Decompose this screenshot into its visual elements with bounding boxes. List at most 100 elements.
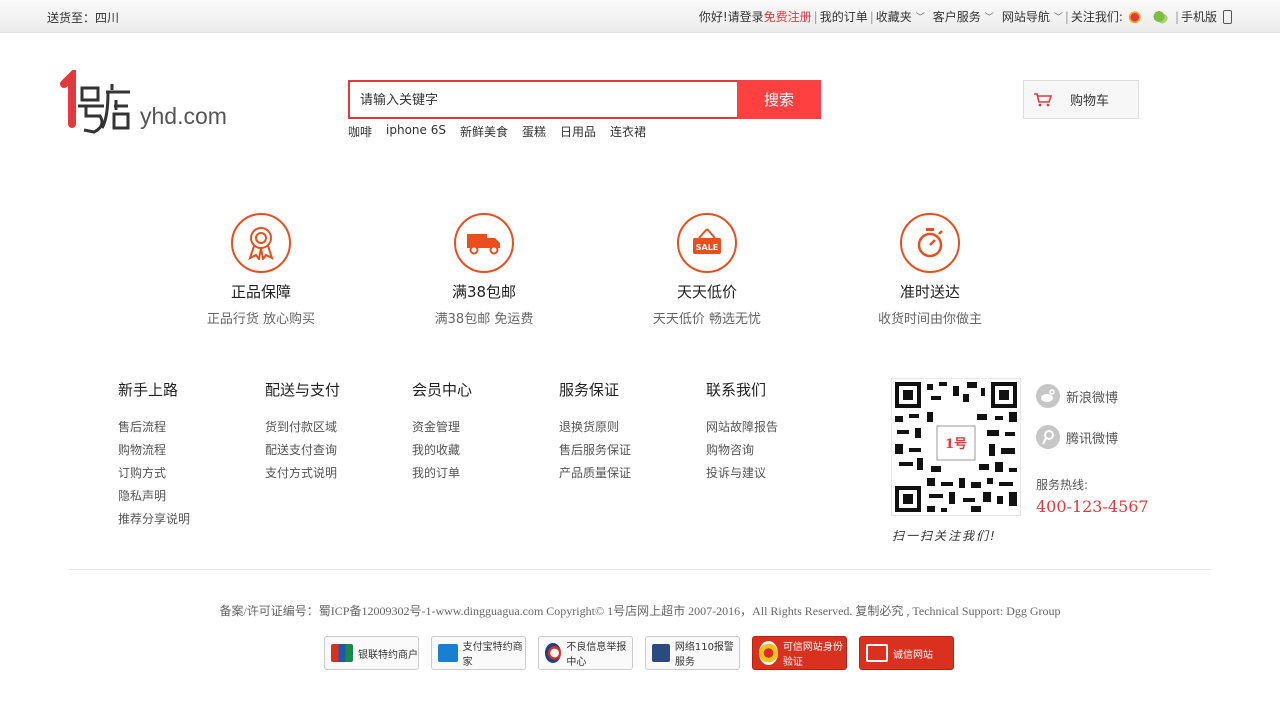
separator: | bbox=[1174, 9, 1179, 24]
footer-column-beginner: 新手上路 售后流程 购物流程 订购方式 隐私声明 推荐分享说明 bbox=[118, 379, 265, 531]
integrity-site-icon bbox=[866, 644, 888, 662]
sina-weibo-label: 新浪微博 bbox=[1066, 390, 1119, 406]
footer-link[interactable]: 隐私声明 bbox=[118, 485, 265, 508]
badge-unionpay[interactable]: 银联特约商户 bbox=[324, 636, 419, 670]
favorites-menu[interactable]: 收藏夹 ﹀ bbox=[876, 8, 933, 25]
hot-word-link[interactable]: 咖啡 bbox=[348, 123, 372, 140]
feature-circle bbox=[231, 213, 291, 273]
chevron-down-icon: ﹀ bbox=[984, 13, 994, 23]
footer-columns: 新手上路 售后流程 购物流程 订购方式 隐私声明 推荐分享说明 配送与支付 货到… bbox=[118, 379, 853, 531]
feature-title: 满38包邮 bbox=[451, 283, 517, 301]
copyright-text: 备案/许可证编号：蜀ICP备12009302号-1-www.dingguagua… bbox=[219, 604, 1061, 618]
footer-link[interactable]: 订购方式 bbox=[118, 462, 265, 485]
favorites-label: 收藏夹 bbox=[875, 10, 912, 24]
footer-link[interactable]: 售后服务保证 bbox=[559, 439, 706, 462]
badge-label: 支付宝特约商家 bbox=[462, 642, 523, 668]
footer-link[interactable]: 资金管理 bbox=[412, 416, 559, 439]
hot-word-link[interactable]: 日用品 bbox=[560, 123, 596, 140]
footer-link[interactable]: 投诉与建议 bbox=[706, 462, 853, 485]
footer-column-title: 配送与支付 bbox=[265, 381, 341, 399]
login-link[interactable]: 你好!请登录 bbox=[699, 8, 764, 25]
qr-code-image: 1号 bbox=[891, 378, 1021, 516]
feature-subtitle: 正品行货 放心购买 bbox=[206, 312, 316, 327]
hot-word-link[interactable]: 蛋糕 bbox=[522, 123, 546, 140]
svg-text:SALE: SALE bbox=[696, 243, 719, 252]
feature-on-time: 准时送达 收货时间由你做主 bbox=[850, 213, 1010, 327]
hot-word-link[interactable]: 连衣裙 bbox=[610, 123, 646, 140]
delivery-location[interactable]: 送货至：四川 bbox=[47, 9, 119, 26]
footer-column-delivery: 配送与支付 货到付款区域 配送支付查询 支付方式说明 bbox=[265, 379, 412, 531]
feature-free-shipping: 满38包邮 满38包邮 免运费 bbox=[404, 213, 564, 327]
trusted-site-icon bbox=[759, 641, 778, 665]
separator: | bbox=[869, 9, 874, 24]
delivery-region[interactable]: 四川 bbox=[95, 11, 119, 25]
footer-column-title: 会员中心 bbox=[412, 381, 473, 399]
tencent-weibo-link[interactable]: 腾讯微博 bbox=[1036, 425, 1118, 449]
footer-link[interactable]: 我的收藏 bbox=[412, 439, 559, 462]
top-nav: 你好!请登录 免费注册 | 我的订单 | 收藏夹 ﹀ 客户服务 ﹀ 网站导航 ﹀ | … bbox=[699, 8, 1232, 25]
truck-icon bbox=[467, 234, 500, 255]
footer-link[interactable]: 售后流程 bbox=[118, 416, 265, 439]
badge-label: 网络110报警服务 bbox=[674, 642, 734, 668]
footer-link[interactable]: 购物咨询 bbox=[706, 439, 853, 462]
footer-link[interactable]: 购物流程 bbox=[118, 439, 265, 462]
footer-column-contact: 联系我们 网站故障报告 购物咨询 投诉与建议 bbox=[706, 379, 853, 531]
footer-column-title: 新手上路 bbox=[118, 381, 179, 399]
badge-trusted-site[interactable]: 可信网站身份验证 bbox=[752, 636, 847, 670]
site-logo[interactable]: yhd.com bbox=[56, 70, 227, 140]
tencent-weibo-label: 腾讯微博 bbox=[1066, 431, 1119, 447]
customer-service-label: 客户服务 bbox=[932, 10, 981, 24]
customer-service-menu[interactable]: 客户服务 ﹀ bbox=[933, 8, 1002, 25]
footer-link[interactable]: 网站故障报告 bbox=[706, 416, 853, 439]
logo-domain: yhd.com bbox=[140, 103, 227, 129]
hot-word-link[interactable]: 新鲜美食 bbox=[460, 123, 508, 140]
badge-alipay[interactable]: 支付宝特约商家 bbox=[431, 636, 526, 670]
stopwatch-icon bbox=[917, 228, 943, 258]
footer-column-member: 会员中心 资金管理 我的收藏 我的订单 bbox=[412, 379, 559, 531]
footer-link[interactable]: 退换货原则 bbox=[559, 416, 706, 439]
footer-link[interactable]: 支付方式说明 bbox=[265, 462, 412, 485]
feature-title: 天天低价 bbox=[676, 283, 737, 301]
badge-label: 诚信网站 bbox=[893, 649, 933, 661]
footer-divider bbox=[70, 569, 1211, 570]
badge-police-110[interactable]: 网络110报警服务 bbox=[645, 636, 740, 670]
badge-integrity-site[interactable]: 诚信网站 bbox=[859, 636, 954, 670]
follow-us-label: 关注我们: bbox=[1070, 10, 1123, 24]
mobile-link[interactable]: 手机版 bbox=[1181, 8, 1217, 25]
feature-subtitle: 天天低价 畅选无忧 bbox=[652, 312, 762, 327]
phone-icon[interactable] bbox=[1223, 9, 1232, 24]
badge-report-center[interactable]: 不良信息举报中心 bbox=[538, 636, 633, 670]
badge-label: 可信网站身份验证 bbox=[782, 642, 843, 668]
register-link[interactable]: 免费注册 bbox=[764, 8, 812, 25]
feature-low-price: SALE 天天低价 天天低价 畅选无忧 bbox=[627, 213, 787, 327]
cart-icon bbox=[1034, 92, 1052, 106]
footer-link[interactable]: 推荐分享说明 bbox=[118, 508, 265, 531]
hot-word-link[interactable]: iphone 6S bbox=[386, 123, 446, 140]
hot-words: 咖啡 iphone 6S 新鲜美食 蛋糕 日用品 连衣裙 bbox=[348, 123, 646, 140]
feature-circle bbox=[900, 213, 960, 273]
wechat-icon[interactable] bbox=[1152, 9, 1168, 24]
my-orders-link[interactable]: 我的订单 bbox=[820, 8, 868, 25]
report-center-icon bbox=[545, 643, 562, 663]
police-shield-icon bbox=[652, 644, 670, 662]
weibo-icon[interactable] bbox=[1127, 9, 1143, 24]
site-nav-menu[interactable]: 网站导航 ﹀ bbox=[1002, 8, 1063, 25]
search-button[interactable]: 搜索 bbox=[737, 80, 821, 119]
feature-subtitle: 满38包邮 免运费 bbox=[434, 312, 534, 327]
trust-badges: 银联特约商户 支付宝特约商家 不良信息举报中心 网络110报警服务 可信网站身份… bbox=[324, 636, 954, 670]
sina-weibo-link[interactable]: 新浪微博 bbox=[1036, 384, 1118, 408]
cart-button[interactable]: 购物车 bbox=[1023, 80, 1139, 119]
footer-link[interactable]: 货到付款区域 bbox=[265, 416, 412, 439]
cart-label: 购物车 bbox=[1070, 94, 1110, 109]
top-bar: 送货至：四川 你好!请登录 免费注册 | 我的订单 | 收藏夹 ﹀ 客户服务 ﹀ 网… bbox=[0, 0, 1280, 33]
separator: | bbox=[1064, 9, 1069, 24]
delivery-label: 送货至： bbox=[47, 11, 96, 25]
footer-column-title: 联系我们 bbox=[706, 381, 767, 399]
footer-link[interactable]: 产品质量保证 bbox=[559, 462, 706, 485]
feature-circle: SALE bbox=[677, 213, 737, 273]
unionpay-icon bbox=[331, 644, 353, 662]
search-input[interactable] bbox=[348, 80, 737, 119]
footer-link[interactable]: 配送支付查询 bbox=[265, 439, 412, 462]
footer-column-service: 服务保证 退换货原则 售后服务保证 产品质量保证 bbox=[559, 379, 706, 531]
footer-link[interactable]: 我的订单 bbox=[412, 462, 559, 485]
